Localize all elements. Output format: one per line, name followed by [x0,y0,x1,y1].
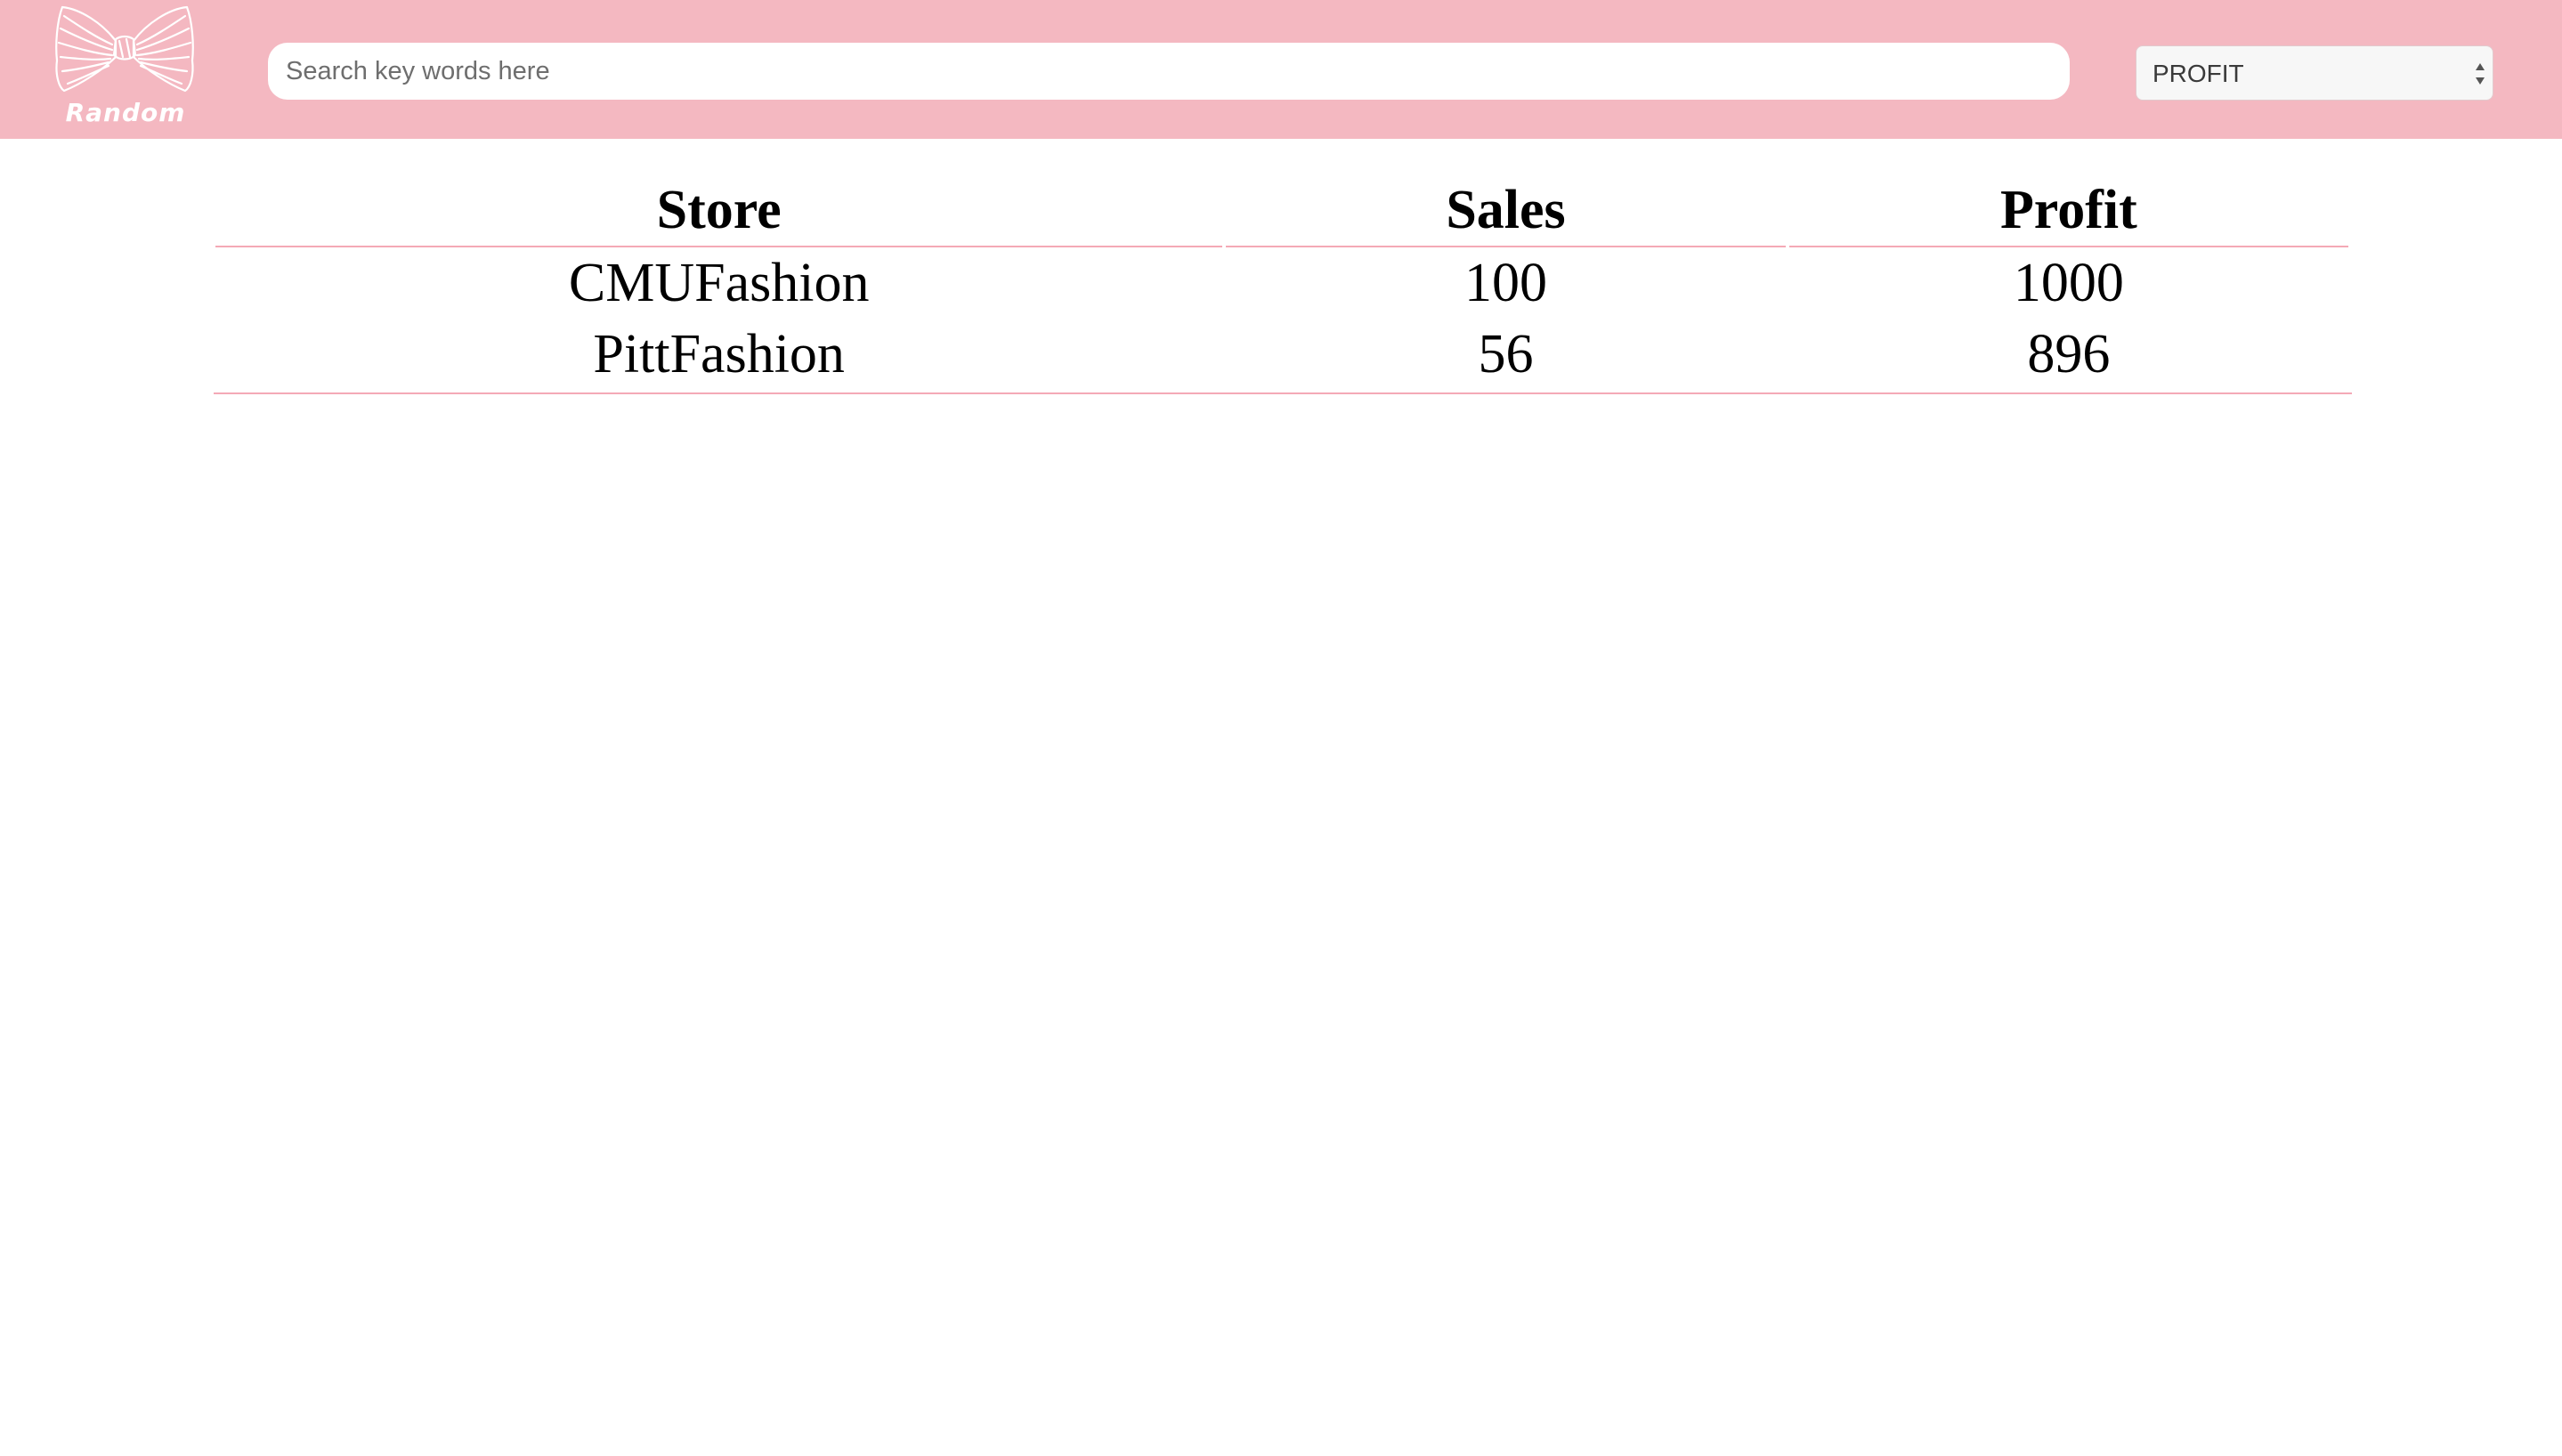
select-arrows-icon [2476,63,2485,85]
table-row[interactable]: CMUFashion 100 1000 [215,247,2348,319]
column-header-sales[interactable]: Sales [1226,174,1786,247]
cell-store: PittFashion [593,323,845,384]
table-bottom-divider [214,392,2352,394]
top-header: Random PROFIT [0,0,2562,139]
table-row[interactable]: PittFashion 56 896 [215,319,2348,390]
cell-sales: 100 [1464,252,1548,313]
column-header-store[interactable]: Store [215,174,1223,247]
store-table: Store Sales Profit CMUFashion 100 1000 P… [212,174,2352,390]
logo[interactable]: Random [50,2,201,135]
sort-select[interactable]: PROFIT [2136,45,2493,101]
search-input[interactable] [268,43,2070,100]
cell-profit: 1000 [2013,252,2124,313]
table-header-row: Store Sales Profit [215,174,2348,247]
logo-text: Random [65,98,186,127]
cell-store: CMUFashion [568,252,870,313]
sort-select-value: PROFIT [2153,60,2244,87]
cell-profit: 896 [2027,323,2111,384]
bow-tie-icon [55,5,194,93]
column-header-profit[interactable]: Profit [1788,174,2348,247]
cell-sales: 56 [1478,323,1534,384]
